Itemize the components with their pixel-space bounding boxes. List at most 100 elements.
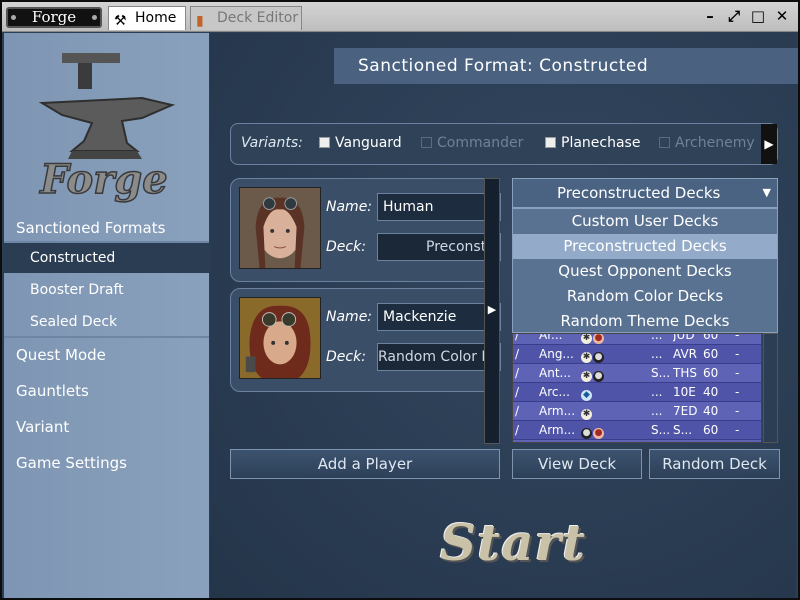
table-cell-name: Arm... [539, 404, 576, 418]
table-cell-count: 60 [703, 333, 719, 342]
table-row[interactable]: A...✱ 9ED40 [513, 440, 761, 442]
table-cell-count: 40 [703, 404, 719, 418]
deck-option-custom-user[interactable]: Custom User Decks [513, 209, 777, 234]
nav-variant[interactable]: Variant [4, 413, 209, 441]
chevron-down-icon: ▼ [762, 186, 771, 199]
mana-U-icon: ◆ [581, 390, 592, 401]
table-cell-colors: ✱ ● [581, 345, 649, 364]
nav-game-settings[interactable]: Game Settings [4, 449, 209, 477]
table-row[interactable]: / Ang... ✱ ●... AVR 60 - [513, 345, 761, 364]
page-title: Sanctioned Format: Constructed [334, 48, 798, 84]
maximize-icon[interactable]: □ [750, 7, 766, 25]
deck-table-scrollbar[interactable] [763, 333, 778, 443]
table-cell-sel: / [515, 404, 520, 418]
table-row[interactable]: / Arm... ● ● S... S... 60- [513, 421, 761, 440]
fullscreen-icon[interactable]: ⤢ [726, 7, 742, 25]
player-1-avatar[interactable] [239, 187, 321, 269]
forge-window: Forge ⚒ Home ▮ Deck Editor – ⤢ □ ✕ Forge… [0, 0, 800, 600]
player-1-deck-label: Deck: [326, 239, 366, 255]
table-cell-dots: S... [651, 423, 671, 437]
svg-text:Forge: Forge [39, 156, 167, 203]
mana-B-icon: ● [593, 371, 604, 382]
deck-type-dropdown: Custom User Decks Preconstructed Decks Q… [512, 208, 778, 333]
deck-option-preconstructed[interactable]: Preconstructed Decks [513, 234, 777, 259]
table-row[interactable]: / Arc... ◆... 10E 40 - [513, 383, 761, 402]
mana-B-icon: ● [593, 352, 604, 363]
table-cell-name: Arc... [539, 385, 570, 399]
player-1-name-label: Name: [326, 199, 373, 215]
player-panel-1: Name: Human Deck: Preconstructed Decks [230, 178, 501, 282]
minimize-icon[interactable]: – [702, 7, 718, 25]
table-cell-x: - [735, 404, 740, 418]
title-bar: Forge ⚒ Home ▮ Deck Editor – ⤢ □ ✕ [2, 2, 798, 32]
table-cell-sel: / [515, 333, 520, 342]
mana-R-icon: ● [593, 428, 604, 439]
table-cell-colors: ● ● [581, 421, 649, 440]
table-cell-set: AVR [673, 347, 697, 361]
player-panel-2: Name: Mackenzie Deck: Random Color Decks [230, 288, 501, 392]
scroll-right-arrow-icon[interactable]: ▶ [484, 300, 500, 320]
table-cell-count: 40 [703, 385, 719, 399]
tab-home[interactable]: ⚒ Home [108, 6, 186, 30]
table-cell-x: - [735, 385, 740, 399]
table-cell-count: 60 [703, 347, 719, 361]
mana-W-icon: ✱ [581, 409, 592, 420]
close-icon[interactable]: ✕ [774, 7, 790, 25]
variants-label: Variants: [241, 135, 303, 151]
table-cell-colors: ✱ ● [581, 333, 649, 345]
table-cell-set: JUD [673, 333, 695, 342]
forge-app-badge[interactable]: Forge [6, 7, 102, 28]
player-2-avatar[interactable] [239, 297, 321, 379]
table-cell-name: A... [539, 440, 579, 442]
variant-planechase-checkbox[interactable]: Planechase [545, 135, 640, 151]
player-2-deck-button[interactable]: Random Color Decks [377, 343, 501, 371]
table-row[interactable]: / Ar... ✱ ●... JUD 60 - [513, 333, 761, 345]
deck-option-quest-opponent[interactable]: Quest Opponent Decks [513, 259, 777, 284]
nav-item-constructed[interactable]: Constructed [4, 243, 209, 273]
anvil-icon: ⚒ [114, 13, 127, 29]
player-1-deck-button[interactable]: Preconstructed Decks [377, 233, 501, 261]
player-2-name-input[interactable]: Mackenzie [377, 303, 501, 331]
table-cell-set: S... [673, 423, 693, 437]
table-cell-sel: / [515, 366, 520, 380]
badge-dot-icon [11, 15, 16, 20]
forge-logo: Forge [39, 53, 176, 204]
player-1-name-input[interactable]: Human [377, 193, 501, 221]
add-player-button[interactable]: Add a Player [230, 449, 500, 479]
variant-commander-checkbox: Commander [421, 135, 523, 151]
table-cell-dots: S... [651, 366, 671, 380]
deck-type-select[interactable]: Preconstructed Decks ▼ [512, 178, 778, 208]
nav-sanctioned-formats[interactable]: Sanctioned Formats [4, 214, 209, 242]
nav-quest-mode[interactable]: Quest Mode [4, 341, 209, 369]
nav-item-sealed-deck[interactable]: Sealed Deck [4, 307, 209, 337]
nav-item-booster-draft[interactable]: Booster Draft [4, 275, 209, 305]
nav-divider [4, 336, 209, 338]
view-deck-button[interactable]: View Deck [512, 449, 642, 479]
deck-box-icon: ▮ [196, 13, 204, 29]
table-cell-x: - [735, 347, 740, 361]
table-row[interactable]: / Arm... ✱... 7ED 40 - [513, 402, 761, 421]
start-button[interactable]: Start [440, 513, 585, 583]
random-deck-button[interactable]: Random Deck [649, 449, 780, 479]
table-row[interactable]: / Ant... ✱ ● S... THS 60 - [513, 364, 761, 383]
variant-vanguard-checkbox[interactable]: Vanguard [319, 135, 402, 151]
nav-gauntlets[interactable]: Gauntlets [4, 377, 209, 405]
variants-scroll-right-icon[interactable]: ▶ [761, 124, 777, 164]
variant-archenemy-checkbox: Archenemy [659, 135, 755, 151]
mana-W-icon: ✱ [581, 371, 592, 382]
table-cell-x: - [735, 423, 740, 437]
table-cell-dots: ... [651, 333, 663, 342]
table-cell-x: - [735, 366, 740, 380]
deck-option-random-theme[interactable]: Random Theme Decks [513, 309, 777, 334]
deck-option-random-color[interactable]: Random Color Decks [513, 284, 777, 309]
badge-dot-icon [92, 15, 97, 20]
table-cell-count: 60 [703, 366, 719, 380]
mana-W-icon: ✱ [581, 333, 592, 344]
table-cell-name: Ant... [539, 366, 571, 380]
main-panel: Sanctioned Format: Constructed Variants:… [210, 33, 798, 598]
sidebar: Forge Sanctioned Formats Constructed Boo… [4, 33, 209, 598]
table-cell-sel: / [515, 423, 520, 437]
tab-deck-editor[interactable]: ▮ Deck Editor [190, 6, 302, 30]
deck-table[interactable]: / Ar... ✱ ●... JUD 60- / Ang... ✱ ●... AVR 60- / Ant.… [512, 333, 762, 443]
table-cell-set: THS [673, 366, 697, 380]
